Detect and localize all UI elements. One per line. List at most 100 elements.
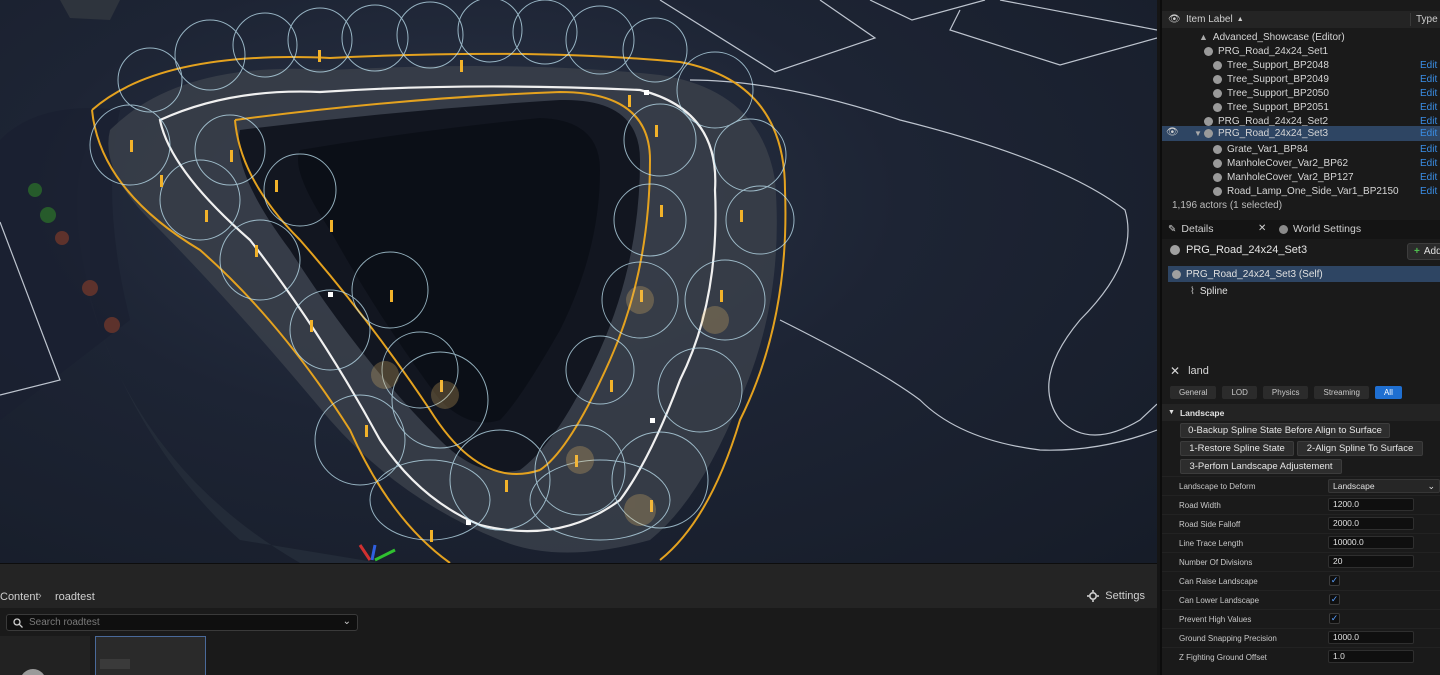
edit-link[interactable]: Edit T	[1420, 60, 1440, 71]
edit-link[interactable]: Edit T	[1420, 102, 1440, 113]
outliner-row[interactable]: PRG_Road_24x24_Set1	[1162, 44, 1440, 58]
tab-world-settings[interactable]: World Settings	[1279, 223, 1361, 235]
outliner-row[interactable]: Tree_Support_BP2050 Edit T	[1162, 86, 1440, 100]
actor-icon	[1213, 74, 1222, 84]
outliner-row-selected[interactable]: 👁 ▼ PRG_Road_24x24_Set3 Edit P	[1162, 126, 1440, 141]
prop-road-width: Road Width 1200.0	[1162, 495, 1440, 514]
outliner-row[interactable]: ManholeCover_Var2_BP62 Edit M	[1162, 156, 1440, 170]
breadcrumb-content[interactable]: Content	[0, 591, 39, 603]
edit-link[interactable]: Edit M	[1420, 158, 1440, 169]
row-label: Road_Lamp_One_Side_Var1_BP2150	[1227, 185, 1399, 197]
clear-search-icon[interactable]: ✕	[1170, 364, 1180, 378]
settings-button[interactable]: Settings	[1087, 590, 1145, 602]
asset-thumbnail[interactable]	[0, 636, 90, 675]
filter-streaming[interactable]: Streaming	[1314, 386, 1369, 399]
road-width-input[interactable]: 1200.0	[1328, 498, 1414, 511]
row-label: PRG_Road_24x24_Set3	[1218, 128, 1329, 139]
asset-preview	[20, 669, 46, 675]
outliner-row[interactable]: Grate_Var1_BP84 Edit G	[1162, 142, 1440, 156]
breadcrumb-roadtest[interactable]: roadtest	[55, 591, 95, 603]
expand-arrow-icon[interactable]: ▼	[1194, 129, 1202, 138]
globe-icon	[1279, 224, 1288, 234]
actor-count: 1,196 actors (1 selected)	[1172, 200, 1283, 211]
details-tab-bar: ✎ Details ✕ World Settings	[1162, 220, 1440, 239]
divisions-input[interactable]: 20	[1328, 555, 1414, 568]
prop-z-fighting-offset: Z Fighting Ground Offset 1.0	[1162, 647, 1440, 666]
details-search[interactable]: ✕ land	[1170, 364, 1209, 378]
level-viewport[interactable]	[0, 0, 1157, 563]
edit-link[interactable]: Edit T	[1420, 74, 1440, 85]
outliner-row[interactable]: Tree_Support_BP2051 Edit T	[1162, 100, 1440, 114]
prop-number-of-divisions: Number Of Divisions 20	[1162, 552, 1440, 571]
actor-icon	[1213, 172, 1222, 182]
edit-link[interactable]: Edit G	[1420, 144, 1440, 155]
asset-thumbnail-selected[interactable]	[95, 636, 206, 675]
close-icon[interactable]: ✕	[1258, 223, 1266, 234]
row-label: Tree_Support_BP2049	[1227, 73, 1329, 85]
outliner-row[interactable]: ManholeCover_Var2_BP127 Edit M	[1162, 170, 1440, 184]
details-search-input[interactable]: land	[1188, 365, 1209, 377]
row-label: Grate_Var1_BP84	[1227, 143, 1308, 155]
landscape-dropdown[interactable]: Landscape ⌄	[1328, 479, 1440, 493]
component-row-spline[interactable]: ⌇ Spline	[1168, 283, 1440, 299]
tab-details[interactable]: ✎ Details	[1168, 223, 1214, 235]
outliner-row[interactable]: Tree_Support_BP2049 Edit T	[1162, 72, 1440, 86]
add-label: Add	[1423, 246, 1440, 257]
restore-spline-button[interactable]: 1-Restore Spline State	[1180, 441, 1294, 456]
row-label: PRG_Road_24x24_Set1	[1218, 45, 1329, 57]
dropdown-value: Landscape	[1333, 481, 1375, 491]
raise-checkbox[interactable]: ✓	[1329, 575, 1340, 586]
prop-label: Number Of Divisions	[1179, 558, 1253, 567]
eye-icon[interactable]: 👁	[1166, 127, 1179, 138]
prop-ground-snapping-precision: Ground Snapping Precision 1000.0	[1162, 628, 1440, 647]
component-label: Spline	[1199, 285, 1228, 297]
column-type[interactable]: Type	[1416, 14, 1438, 25]
falloff-input[interactable]: 2000.0	[1328, 517, 1414, 530]
component-row-self[interactable]: PRG_Road_24x24_Set3 (Self)	[1168, 266, 1440, 282]
edit-link[interactable]: Edit P	[1420, 116, 1440, 127]
edit-link[interactable]: Edit T	[1420, 88, 1440, 99]
row-label: ManholeCover_Var2_BP62	[1227, 157, 1349, 169]
component-label: PRG_Road_24x24_Set3 (Self)	[1186, 268, 1323, 280]
content-browser: Content › roadtest Settings Search roadt…	[0, 563, 1157, 675]
trace-length-input[interactable]: 10000.0	[1328, 536, 1414, 549]
edit-link[interactable]: Edit M	[1420, 172, 1440, 183]
edit-link[interactable]: Edit R	[1420, 186, 1440, 197]
add-component-button[interactable]: + Add	[1407, 243, 1440, 260]
filter-general[interactable]: General	[1170, 386, 1217, 399]
actor-icon	[1213, 60, 1222, 70]
zfight-input[interactable]: 1.0	[1328, 650, 1414, 663]
content-search-input[interactable]: Search roadtest ⌄	[6, 614, 358, 631]
outliner-row[interactable]: Road_Lamp_One_Side_Var1_BP2150 Edit R	[1162, 184, 1440, 198]
align-spline-button[interactable]: 2-Align Spline To Surface	[1297, 441, 1423, 456]
prop-landscape-to-deform: Landscape to Deform Landscape ⌄	[1162, 476, 1440, 495]
filter-all[interactable]: All	[1374, 386, 1402, 399]
prop-label: Road Width	[1179, 501, 1221, 510]
selected-actor-name: PRG_Road_24x24_Set3	[1186, 244, 1308, 256]
prevent-checkbox[interactable]: ✓	[1329, 613, 1340, 624]
sort-up-icon: ▲	[1236, 16, 1244, 23]
filter-bar: General LOD Physics Streaming All	[1170, 386, 1402, 399]
edit-link[interactable]: Edit P	[1420, 128, 1440, 139]
section-landscape[interactable]: ▼ Landscape	[1162, 404, 1440, 421]
outliner-row[interactable]: Tree_Support_BP2048 Edit T	[1162, 58, 1440, 72]
column-divider	[1410, 13, 1411, 26]
asset-preview	[100, 659, 130, 669]
prop-label: Line Trace Length	[1179, 539, 1244, 548]
backup-spline-button[interactable]: 0-Backup Spline State Before Align to Su…	[1180, 423, 1390, 438]
collapse-arrow-icon: ▼	[1168, 409, 1175, 416]
outliner-row[interactable]: ▲ Advanced_Showcase (Editor)	[1162, 30, 1440, 44]
column-item-label[interactable]: Item Label	[1186, 14, 1233, 25]
snapping-input[interactable]: 1000.0	[1328, 631, 1414, 644]
landscape-adjust-button[interactable]: 3-Perfom Landscape Adjustement	[1180, 459, 1342, 474]
prop-label: Can Lower Landscape	[1179, 596, 1260, 605]
filter-physics[interactable]: Physics	[1262, 386, 1309, 399]
actor-icon	[1213, 88, 1222, 98]
chevron-down-icon[interactable]: ⌄	[343, 616, 351, 627]
level-icon: ▲	[1199, 32, 1208, 42]
lower-checkbox[interactable]: ✓	[1329, 594, 1340, 605]
prop-can-lower-landscape: Can Lower Landscape ✓	[1162, 590, 1440, 609]
actor-icon	[1204, 116, 1213, 126]
filter-lod[interactable]: LOD	[1222, 386, 1257, 399]
eye-icon[interactable]: 👁	[1168, 14, 1182, 25]
